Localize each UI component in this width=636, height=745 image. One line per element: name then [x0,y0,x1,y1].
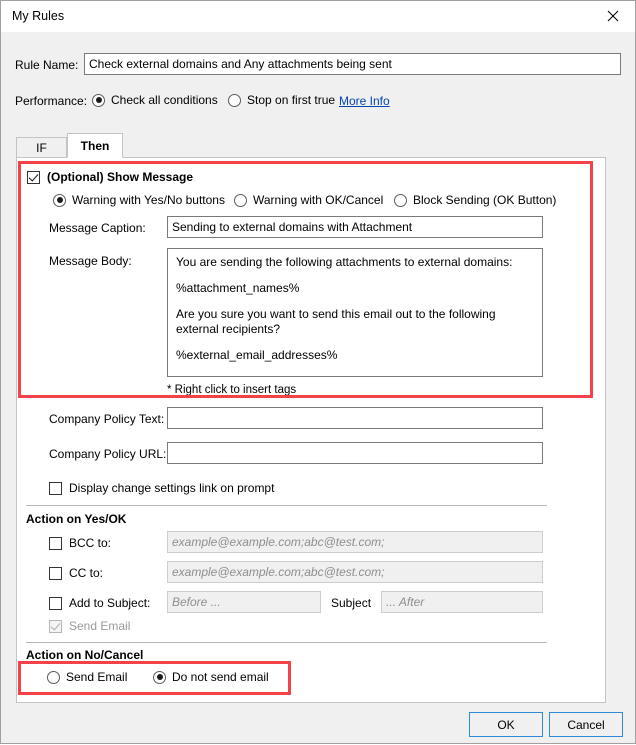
subject-middle-label: Subject [331,596,372,610]
message-body-line: %external_email_addresses% [176,348,338,362]
checkbox-indicator [49,536,62,550]
company-policy-text-label: Company Policy Text: [49,412,165,426]
checkbox-label: BCC to: [69,536,112,550]
subject-before-input[interactable] [167,591,321,613]
then-tab-content: (Optional) Show Message Warning with Yes… [1,1,636,745]
insert-tags-hint: * Right click to insert tags [167,384,297,396]
divider-action-no-cancel [26,642,547,643]
checkbox-cc-to[interactable]: CC to: [49,566,103,580]
radio-indicator [47,670,60,684]
checkbox-bcc-to[interactable]: BCC to: [49,536,111,550]
radio-label: Do not send email [172,670,269,684]
checkbox-label: CC to: [69,566,104,580]
checkbox-indicator [49,481,62,495]
radio-label: Block Sending (OK Button) [413,193,557,207]
message-body-label: Message Body: [49,254,132,268]
cc-to-input[interactable] [167,561,543,583]
radio-indicator [234,193,247,207]
checkbox-label: Send Email [69,619,131,633]
checkbox-show-message[interactable]: (Optional) Show Message [27,170,193,184]
checkbox-label: Display change settings link on prompt [69,481,275,495]
checkbox-indicator [49,619,62,633]
radio-no-cancel-send-email[interactable]: Send Email [47,670,127,684]
checkbox-label: Add to Subject: [69,596,151,610]
checkbox-indicator [49,596,62,610]
company-policy-url-label: Company Policy URL: [49,447,167,461]
radio-label: Send Email [66,670,128,684]
radio-label: Warning with Yes/No buttons [72,193,225,207]
checkbox-add-to-subject[interactable]: Add to Subject: [49,596,150,610]
message-body-textarea[interactable]: You are sending the following attachment… [167,248,543,377]
company-policy-text-input[interactable] [167,407,543,429]
checkbox-indicator [49,566,62,580]
message-body-line: You are sending the following attachment… [176,255,513,269]
message-body-line: %attachment_names% [176,281,300,295]
subject-after-input[interactable] [381,591,543,613]
checkbox-display-change-settings-link[interactable]: Display change settings link on prompt [49,481,274,495]
checkbox-send-email-yes-ok: Send Email [49,619,130,633]
radio-warning-ok-cancel[interactable]: Warning with OK/Cancel [234,193,383,207]
radio-no-cancel-do-not-send-email[interactable]: Do not send email [153,670,269,684]
radio-label: Warning with OK/Cancel [253,193,384,207]
message-body-line: Are you sure you want to send this email… [176,307,496,336]
company-policy-url-input[interactable] [167,442,543,464]
message-caption-input[interactable] [167,216,543,238]
checkbox-indicator [27,170,40,184]
section-title-action-no-cancel: Action on No/Cancel [26,648,144,662]
radio-indicator [53,193,66,207]
checkbox-label: (Optional) Show Message [47,170,194,184]
bcc-to-input[interactable] [167,531,543,553]
section-title-action-yes-ok: Action on Yes/OK [26,512,127,526]
radio-indicator [394,193,407,207]
message-caption-label: Message Caption: [49,221,146,235]
radio-indicator [153,670,166,684]
my-rules-dialog: My Rules Rule Name: Performance: Check a… [0,0,636,744]
radio-warning-yes-no[interactable]: Warning with Yes/No buttons [53,193,225,207]
tab-then[interactable]: Then [67,133,123,158]
radio-block-sending[interactable]: Block Sending (OK Button) [394,193,556,207]
divider-action-yes-ok [26,505,547,506]
